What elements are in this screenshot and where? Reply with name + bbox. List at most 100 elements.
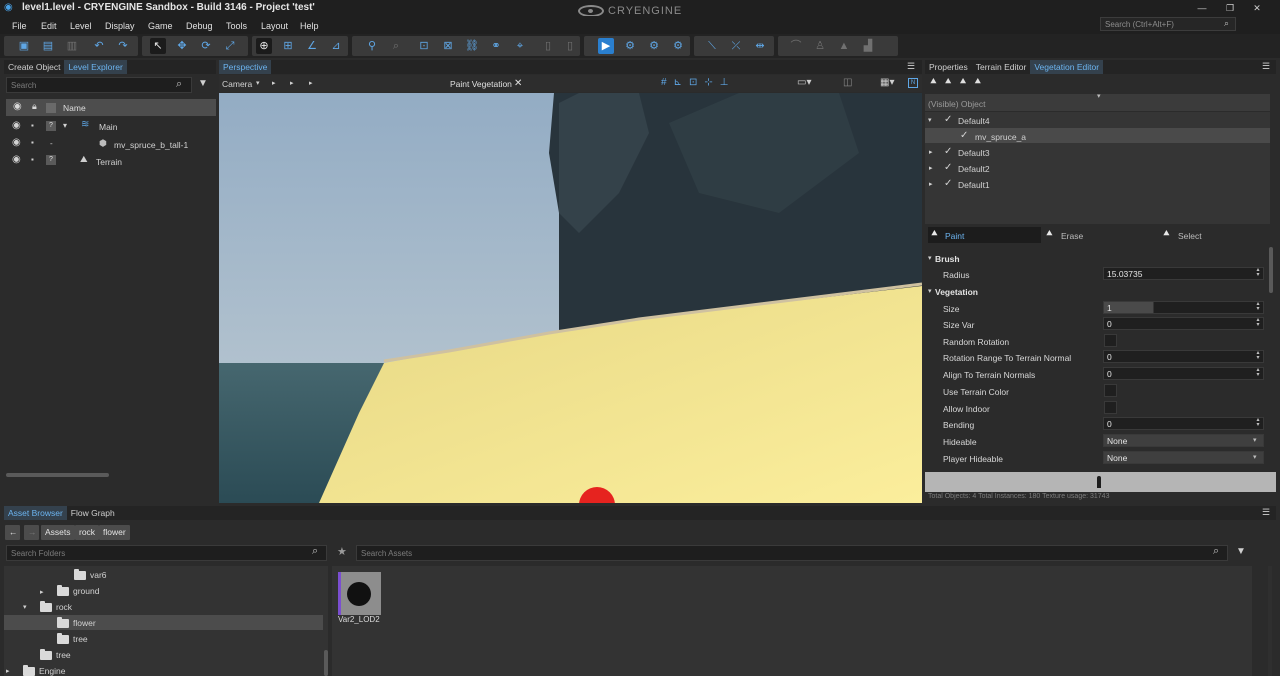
rotate-tool-icon[interactable]: ⟳ bbox=[198, 38, 214, 54]
expand-arrow-icon[interactable]: ▸ bbox=[929, 148, 933, 156]
asset-search-input[interactable]: Search Assets bbox=[356, 545, 1228, 561]
chevron-down-icon[interactable]: ▾ bbox=[1253, 453, 1257, 461]
player-hideable-select[interactable]: None bbox=[1103, 451, 1264, 464]
terrain-color-checkbox[interactable] bbox=[1104, 384, 1117, 397]
menu-display[interactable]: Display bbox=[105, 21, 135, 31]
bending-input[interactable]: 0 bbox=[1103, 417, 1264, 430]
search-icon[interactable]: ⌕ bbox=[176, 78, 182, 91]
group-default3[interactable]: Default3 bbox=[958, 148, 990, 158]
move-tool-icon[interactable]: ✥ bbox=[174, 38, 190, 54]
lock-icon[interactable]: ▯ bbox=[540, 38, 556, 54]
rotation-range-input[interactable]: 0 bbox=[1103, 350, 1264, 363]
select-mode-label[interactable]: Select bbox=[1178, 231, 1202, 241]
tab-vegetation-editor[interactable]: Vegetation Editor bbox=[1030, 60, 1104, 74]
expand-arrow-icon[interactable]: ▸ bbox=[929, 164, 933, 172]
navigation-icon[interactable]: N bbox=[908, 78, 918, 88]
save-disabled-icon[interactable]: ▥ bbox=[64, 38, 80, 54]
unlink-icon[interactable]: ⚭ bbox=[488, 38, 504, 54]
record-icon[interactable]: ▸ bbox=[309, 79, 313, 87]
select-tool-icon[interactable]: ↖ bbox=[150, 38, 166, 54]
mesh-icon[interactable]: ▲ bbox=[836, 38, 852, 54]
expand-arrow-icon[interactable]: ▸ bbox=[40, 588, 44, 596]
snap-angle-icon[interactable]: ∠ bbox=[304, 38, 320, 54]
folder-var6[interactable]: var6 bbox=[74, 569, 107, 581]
eye-icon[interactable]: ◉ bbox=[12, 137, 21, 148]
character-icon[interactable]: ♙ bbox=[812, 38, 828, 54]
filter-icon[interactable]: ▼ bbox=[1236, 546, 1246, 557]
close-icon[interactable]: ✕ bbox=[1250, 2, 1264, 14]
panel-menu-icon[interactable]: ☰ bbox=[907, 61, 915, 72]
tab-asset-browser[interactable]: Asset Browser bbox=[4, 506, 67, 520]
chevron-down-icon[interactable]: ▾ bbox=[256, 79, 260, 87]
measure-icon[interactable]: ⌖ bbox=[512, 38, 528, 54]
expand-arrow-icon[interactable]: ▸ bbox=[929, 180, 933, 188]
visibility-column-icon[interactable]: ◉ bbox=[13, 101, 22, 112]
resolution-icon[interactable]: ◫ bbox=[843, 77, 852, 88]
tab-perspective[interactable]: Perspective bbox=[219, 60, 272, 74]
filter-icon[interactable]: ▼ bbox=[198, 78, 208, 89]
level-search-input[interactable]: Search bbox=[6, 77, 192, 93]
random-rotation-checkbox[interactable] bbox=[1104, 334, 1117, 347]
physics-icon[interactable]: ⚙ bbox=[622, 38, 638, 54]
lock-icon[interactable]: ▪ bbox=[31, 138, 34, 147]
radius-input[interactable]: 15.03735 bbox=[1103, 267, 1264, 280]
viewport-snap-icons[interactable]: #⊾⊡⊹⊥ bbox=[661, 77, 735, 88]
panel-menu-icon[interactable]: ☰ bbox=[1262, 61, 1270, 72]
asset-label[interactable]: Var2_LOD2 bbox=[338, 615, 380, 624]
collapse-arrow-icon[interactable]: ▾ bbox=[928, 287, 932, 295]
group-default2[interactable]: Default2 bbox=[958, 164, 990, 174]
pin-icon[interactable]: ⚲ bbox=[364, 38, 380, 54]
eye-icon[interactable]: ◉ bbox=[12, 154, 21, 165]
spinner-icon[interactable]: ▴ ▾ bbox=[1254, 301, 1262, 312]
horizontal-scrollbar[interactable] bbox=[6, 473, 109, 477]
play-icon[interactable]: ▸ bbox=[272, 79, 276, 87]
camera-dropdown[interactable]: Camera bbox=[222, 79, 252, 89]
menu-debug[interactable]: Debug bbox=[186, 21, 213, 31]
lock-icon[interactable]: ▪ bbox=[31, 121, 34, 130]
tab-terrain-editor[interactable]: Terrain Editor bbox=[972, 60, 1031, 74]
collapse-arrow-icon[interactable]: ▾ bbox=[928, 254, 932, 262]
undo-icon[interactable]: ↶ bbox=[91, 38, 107, 54]
vegetation-mode-icon[interactable]: ▶ bbox=[598, 38, 614, 54]
tab-properties[interactable]: Properties bbox=[925, 60, 972, 74]
layout-icon[interactable]: ▦▾ bbox=[880, 77, 894, 88]
menu-help[interactable]: Help bbox=[300, 21, 319, 31]
folder-scrollbar[interactable] bbox=[324, 650, 328, 676]
folder-ground[interactable]: ground bbox=[57, 585, 99, 597]
magnify-icon[interactable]: ⌕ bbox=[388, 38, 404, 54]
erase-mode-label[interactable]: Erase bbox=[1061, 231, 1083, 241]
chevron-down-icon[interactable]: ▾ bbox=[1253, 436, 1257, 444]
step-icon[interactable]: ▸ bbox=[290, 79, 294, 87]
redo-icon[interactable]: ↷ bbox=[115, 38, 131, 54]
object-mv-spruce-a[interactable]: mv_spruce_a bbox=[975, 132, 1026, 142]
spinner-icon[interactable]: ▴ ▾ bbox=[1254, 317, 1262, 328]
tab-create-object[interactable]: Create Object bbox=[4, 60, 64, 74]
lock-icon[interactable]: ▪ bbox=[31, 155, 34, 164]
sky-icon[interactable]: ⌒ bbox=[788, 38, 804, 54]
snap-terrain-icon[interactable]: ⊿ bbox=[328, 38, 344, 54]
folder-tree[interactable]: tree bbox=[40, 649, 71, 661]
ruler-icon[interactable]: ⟍ bbox=[704, 38, 720, 54]
spinner-icon[interactable]: ▴ ▾ bbox=[1254, 417, 1262, 428]
global-search-input[interactable]: Search (Ctrl+Alt+F) bbox=[1100, 17, 1236, 31]
star-icon[interactable]: ★ bbox=[337, 545, 347, 558]
panel-menu-icon[interactable]: ☰ bbox=[1262, 507, 1270, 518]
size-var-input[interactable]: 0 bbox=[1103, 317, 1264, 330]
back-button[interactable]: ← bbox=[5, 525, 20, 540]
save-as-icon[interactable]: ▤ bbox=[40, 38, 56, 54]
close-mode-icon[interactable]: ✕ bbox=[514, 78, 522, 89]
maximize-icon[interactable]: ❐ bbox=[1223, 2, 1237, 14]
checkmark-icon[interactable]: ✓ bbox=[944, 162, 952, 173]
folder-search-input[interactable]: Search Folders bbox=[6, 545, 327, 561]
folder-flower[interactable]: flower bbox=[57, 617, 96, 629]
folder-rock[interactable]: rock bbox=[40, 601, 72, 613]
expand-arrow-icon[interactable]: ▸ bbox=[6, 667, 10, 675]
erase-icon[interactable]: ⯅ bbox=[1045, 228, 1054, 241]
spinner-icon[interactable]: ▴ ▾ bbox=[1254, 350, 1262, 361]
chevron-down-icon[interactable]: ▾ bbox=[1097, 92, 1101, 100]
expand-arrow-icon[interactable]: ▾ bbox=[928, 116, 932, 124]
lock-column-icon[interactable]: 🔒︎ bbox=[32, 101, 37, 112]
menu-file[interactable]: File bbox=[12, 21, 27, 31]
tab-level-explorer[interactable]: Level Explorer bbox=[64, 60, 127, 74]
eye-icon[interactable]: ◉ bbox=[12, 120, 21, 131]
